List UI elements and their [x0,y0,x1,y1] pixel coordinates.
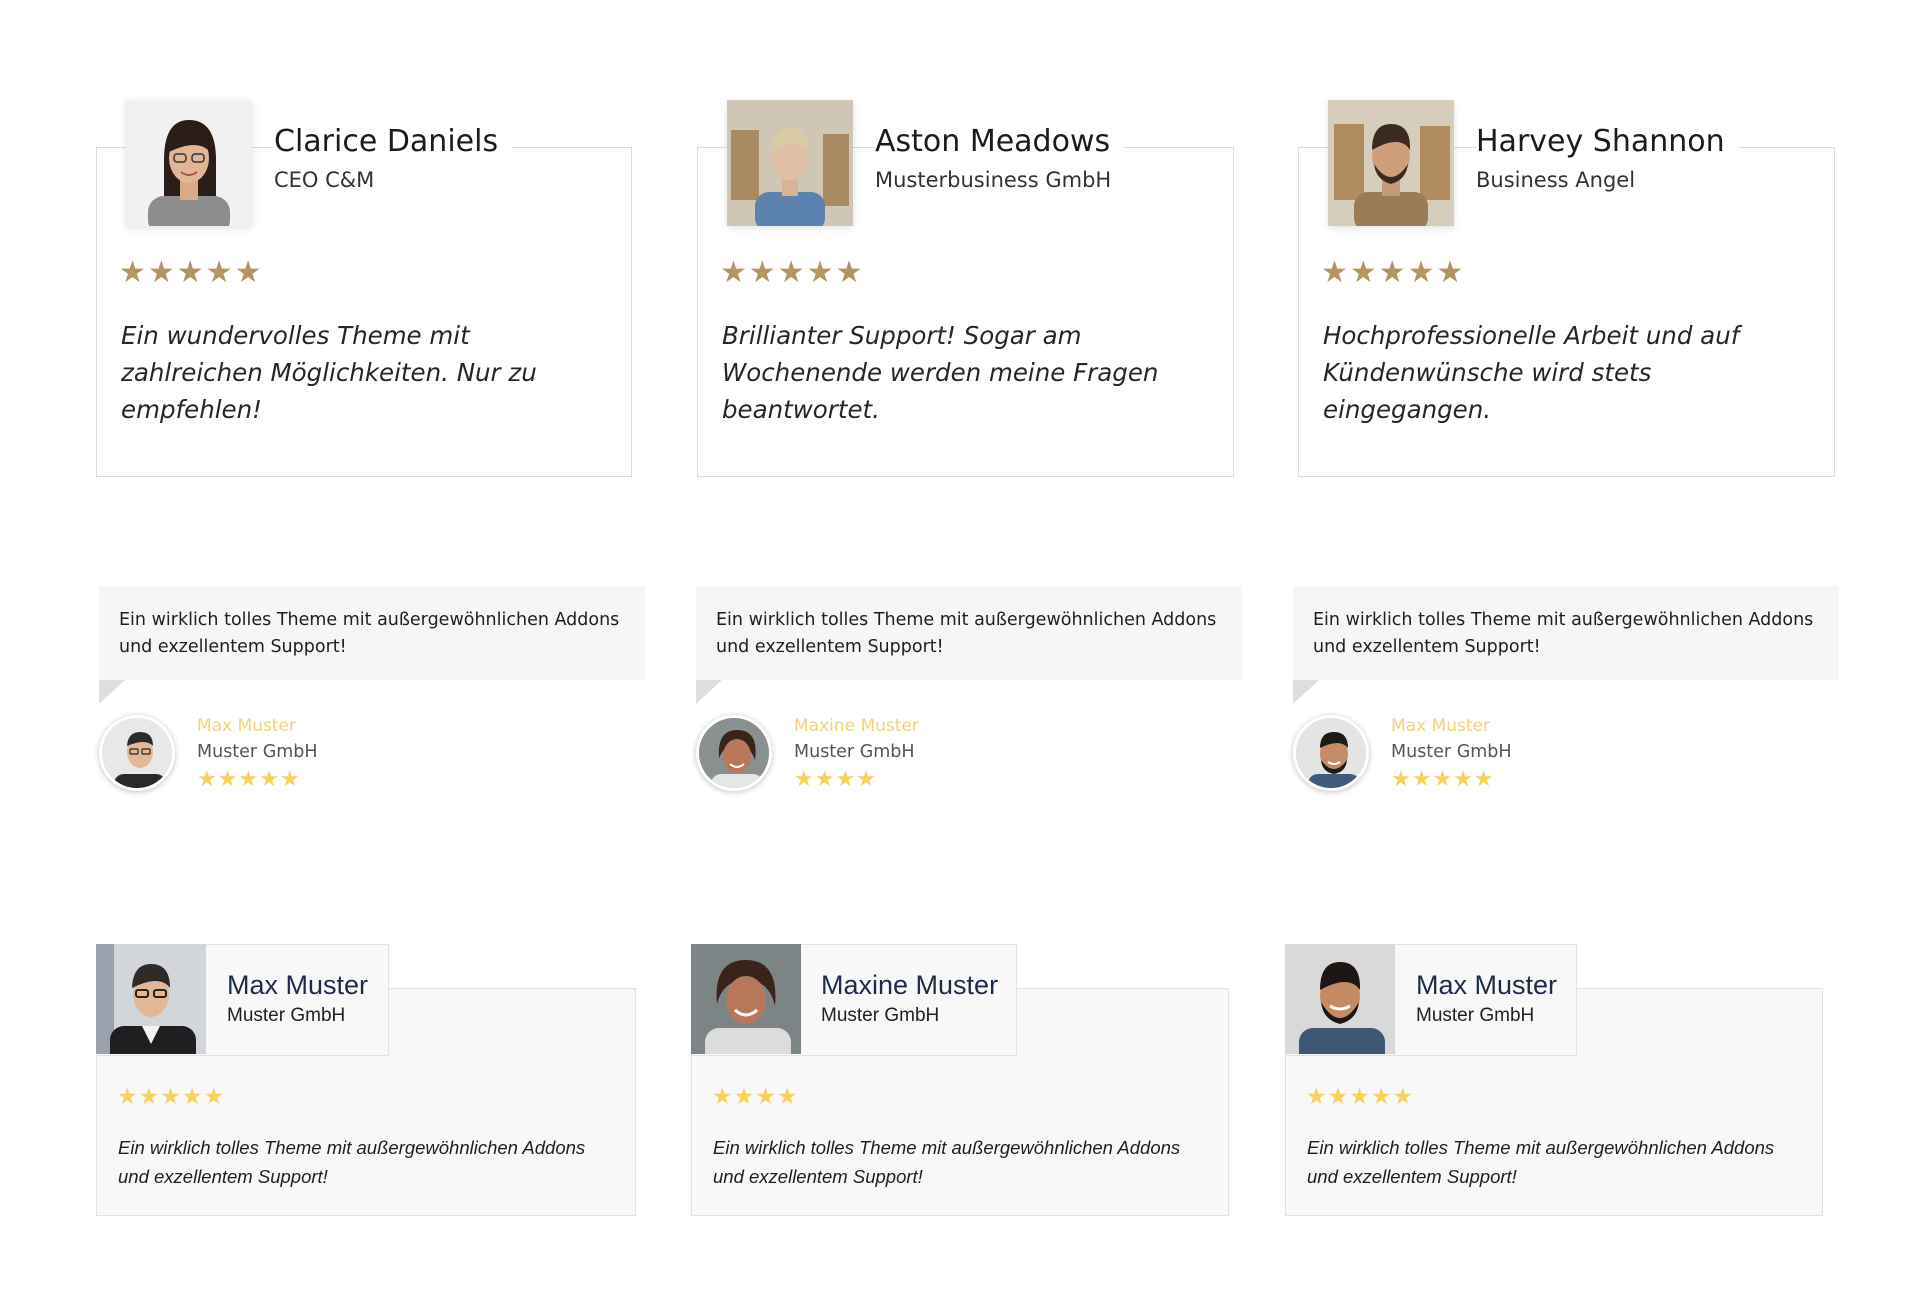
star-rating: ★★★★★ [1306,1083,1415,1109]
testimonial-name: Aston Meadows [875,124,1125,159]
star-rating: ★★★★★ [197,766,301,791]
testimonial-company: Muster GmbH [1416,1005,1535,1026]
speech-bubble: Ein wirklich tolles Theme mit außergewöh… [696,586,1242,680]
star-rating: ★★★★ [794,766,877,791]
testimonial-name: Max Muster [227,970,369,1000]
avatar [96,944,206,1054]
testimonial-quote: Ein wirklich tolles Theme mit außergewöh… [118,1137,586,1187]
avatar [1293,715,1369,791]
testimonial-name: Harvey Shannon [1476,124,1739,159]
testimonial-name: Clarice Daniels [274,124,513,159]
reviewer-name: Maxine Muster [794,716,919,736]
speech-bubble: Ein wirklich tolles Theme mit außergewöh… [99,586,645,680]
speech-bubble-tail [99,680,125,704]
star-rating: ★★★★★ [720,256,865,289]
testimonial-name: Maxine Muster [821,970,999,1000]
testimonial-quote: Brillianter Support! Sogar am Wochenende… [722,321,1159,424]
star-rating: ★★★★★ [1321,256,1466,289]
testimonial-quote: Hochprofessionelle Arbeit und auf Künden… [1323,321,1740,424]
reviewer-company: Muster GmbH [197,742,318,762]
speech-bubble-tail [1293,680,1319,704]
avatar-harvey [1328,100,1454,226]
testimonial-name: Max Muster [1416,970,1558,1000]
reviewer-name: Max Muster [1391,716,1490,736]
avatar-clarice [126,100,252,226]
avatar [696,715,772,791]
testimonial-company: Muster GmbH [227,1005,346,1026]
reviewer-company: Muster GmbH [794,742,915,762]
star-rating: ★★★★★ [119,256,264,289]
speech-bubble: Ein wirklich tolles Theme mit außergewöh… [1293,586,1839,680]
testimonial-role: Musterbusiness GmbH [875,168,1112,192]
testimonial-role: Business Angel [1476,168,1636,192]
star-rating: ★★★★★ [117,1083,226,1109]
star-rating: ★★★★ [712,1083,799,1109]
avatar [1285,944,1395,1054]
avatar [691,944,801,1054]
testimonial-company: Muster GmbH [821,1005,940,1026]
testimonial-role: CEO C&M [274,168,375,192]
testimonial-quote: Ein wirklich tolles Theme mit außergewöh… [1307,1137,1775,1187]
avatar [99,715,175,791]
speech-bubble-tail [696,680,722,704]
avatar-aston [727,100,853,226]
testimonial-quote: Ein wirklich tolles Theme mit außergewöh… [713,1137,1181,1187]
reviewer-company: Muster GmbH [1391,742,1512,762]
star-rating: ★★★★★ [1391,766,1495,791]
testimonial-quote: Ein wundervolles Theme mit zahlreichen M… [121,321,537,424]
reviewer-name: Max Muster [197,716,296,736]
